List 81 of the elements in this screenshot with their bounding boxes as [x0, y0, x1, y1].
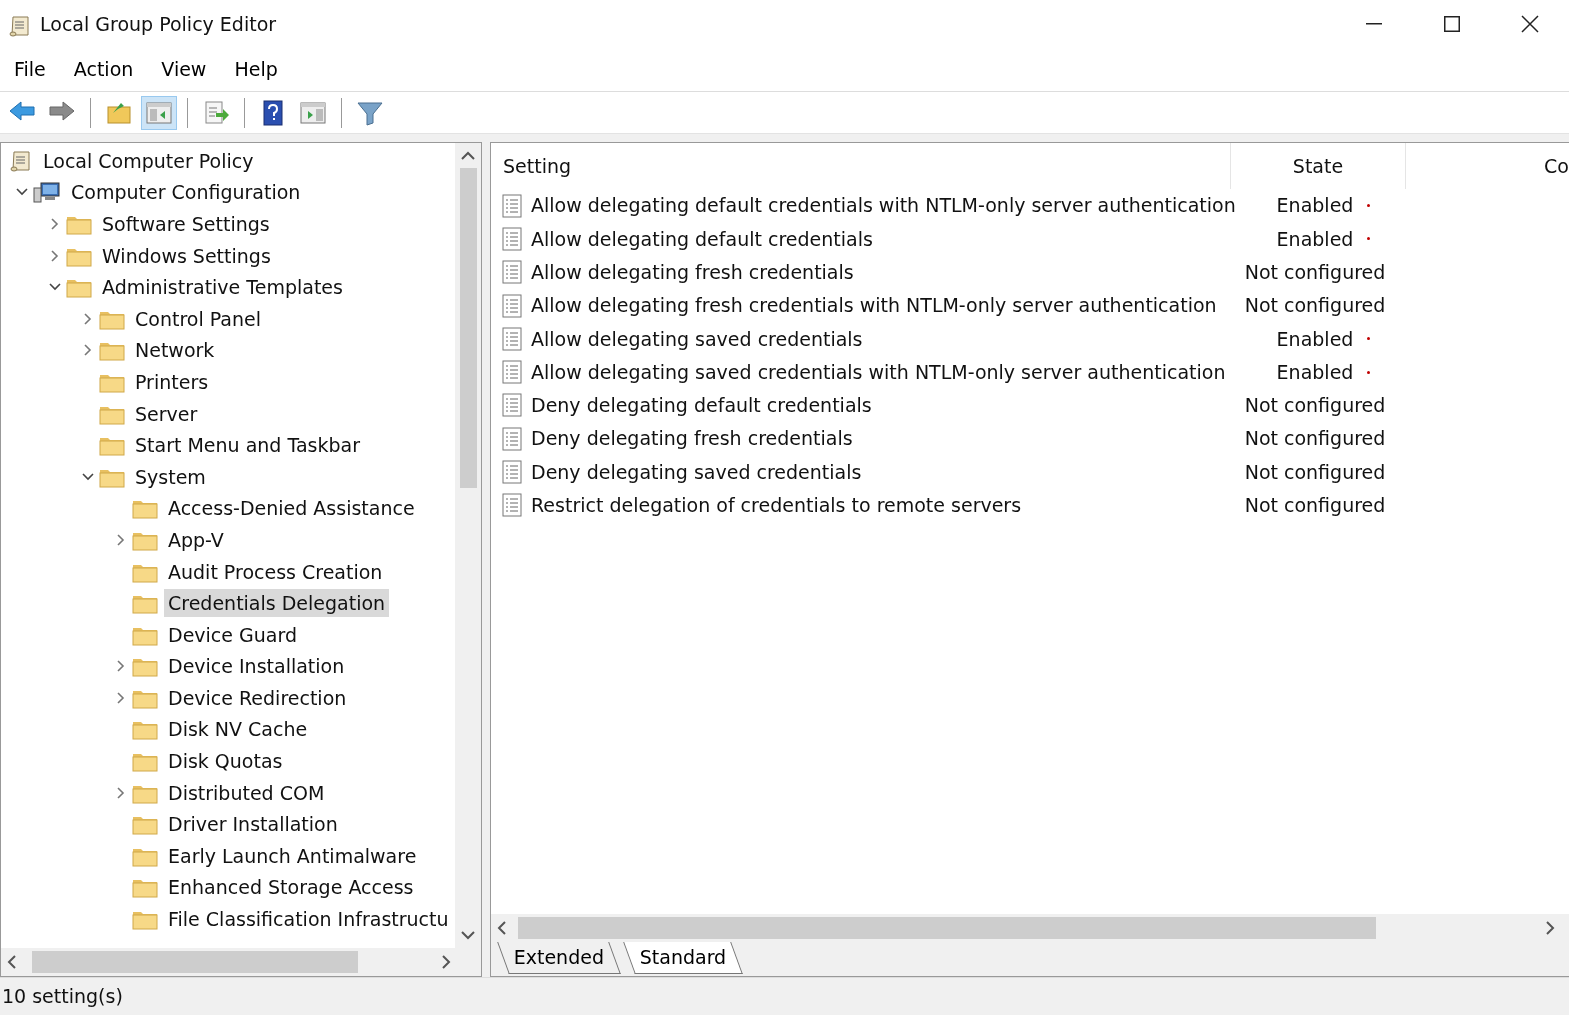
scrollbar-thumb[interactable]: [32, 951, 358, 973]
tree-item[interactable]: Device Guard: [164, 620, 301, 649]
scrollbar-thumb[interactable]: [459, 168, 477, 488]
scroll-icon: [9, 148, 33, 173]
tree-item[interactable]: Windows Settings: [98, 241, 275, 270]
menu-item[interactable]: View: [147, 55, 221, 84]
policy-setting-icon: [501, 226, 523, 251]
policy-setting-icon: [501, 326, 523, 351]
column-header[interactable]: Co: [1406, 143, 1569, 189]
scroll-left-icon[interactable]: [7, 955, 16, 969]
table-cell-text: Allow delegating fresh credentials: [531, 260, 854, 285]
table-cell-text: Not configured: [1244, 459, 1386, 485]
tree-item[interactable]: Driver Installation: [164, 810, 342, 839]
tree-item[interactable]: Enhanced Storage Access: [164, 873, 418, 902]
scroll-up-icon[interactable]: [461, 151, 475, 160]
scrollbar-thumb[interactable]: [518, 917, 1376, 939]
computer-icon: [33, 180, 61, 205]
policy-setting-icon: [501, 393, 523, 418]
tree-item[interactable]: System: [131, 462, 210, 491]
tree-item[interactable]: Disk Quotas: [164, 747, 287, 776]
table-cell-text: Not configured: [1244, 426, 1386, 452]
table-cell-text: Not configured: [1244, 293, 1386, 319]
scroll-left-icon[interactable]: [497, 921, 506, 935]
table-cell-text: Enabled: [1276, 226, 1354, 252]
table-cell-text: Enabled: [1276, 326, 1354, 352]
tree-item[interactable]: Distributed COM: [164, 778, 329, 807]
tree-item[interactable]: Local Computer Policy: [39, 146, 258, 175]
policy-setting-icon: [501, 493, 523, 518]
column-header[interactable]: Setting: [491, 143, 1231, 189]
table-cell-text: Allow delegating saved credentials: [531, 326, 863, 352]
table-cell-text: Allow delegating default credentials: [531, 226, 873, 252]
tree-item[interactable]: Computer Configuration: [67, 178, 305, 207]
scroll-right-icon[interactable]: [442, 955, 451, 969]
table-cell-text: Enabled: [1276, 193, 1354, 219]
tree-item[interactable]: File Classification Infrastructu: [164, 905, 453, 934]
window-title: Local Group Policy Editor: [40, 11, 277, 37]
table-cell-text: Not configured: [1244, 493, 1386, 519]
menu-item[interactable]: Action: [59, 55, 148, 84]
tree-item[interactable]: Device Installation: [164, 652, 349, 681]
close-icon: [1521, 15, 1539, 33]
scroll-right-icon[interactable]: [1546, 921, 1555, 935]
tree-item[interactable]: Printers: [131, 367, 213, 396]
tree-item[interactable]: App-V: [164, 525, 228, 554]
tree-item[interactable]: Control Panel: [131, 304, 265, 333]
column-header[interactable]: State: [1231, 143, 1406, 189]
tree-item[interactable]: Early Launch Antimalware: [164, 841, 421, 870]
table-cell-text: Deny delegating saved credentials: [531, 459, 862, 485]
menu-item[interactable]: File: [0, 55, 60, 84]
table-cell-text: Deny delegating default credentials: [531, 393, 872, 419]
policy-setting-icon: [501, 193, 523, 218]
tree-item[interactable]: Administrative Templates: [98, 273, 347, 302]
tree-item[interactable]: Software Settings: [98, 210, 274, 238]
policy-setting-icon: [501, 460, 523, 484]
policy-setting-icon: [501, 293, 523, 318]
tree-item[interactable]: Server: [131, 399, 202, 428]
table-cell-text: Not configured: [1244, 260, 1386, 285]
app-icon: [8, 13, 32, 38]
policy-setting-icon: [501, 360, 523, 385]
table-cell-text: Enabled: [1276, 359, 1354, 385]
tree-item[interactable]: Access-Denied Assistance: [164, 494, 419, 523]
table-cell-text: Allow delegating default credentials with NTLM-only server authentication: [531, 193, 1236, 219]
tree-item[interactable]: Credentials Delegation: [164, 589, 390, 618]
tree-item[interactable]: Audit Process Creation: [164, 557, 387, 586]
table-cell-text: Not configured: [1244, 393, 1386, 419]
policy-setting-icon: [501, 426, 523, 451]
table-cell-text: Allow delegating fresh credentials with NTLM-only server authentication: [531, 293, 1217, 319]
status-text: 10 setting(s): [2, 984, 123, 1010]
table-cell-text: Restrict delegation of credentials to remote servers: [531, 493, 1022, 519]
view-tab[interactable]: Extended: [497, 942, 622, 974]
view-tab[interactable]: Standard: [623, 942, 744, 974]
scroll-down-icon[interactable]: [461, 931, 475, 940]
table-cell-text: Allow delegating saved credentials with NTLM-only server authentication: [531, 359, 1226, 385]
minimize-icon: [1366, 23, 1382, 25]
tree-item[interactable]: Start Menu and Taskbar: [131, 431, 364, 460]
tree-item[interactable]: Device Redirection: [164, 683, 351, 712]
table-cell-text: Deny delegating fresh credentials: [531, 426, 853, 452]
menu-item[interactable]: Help: [220, 55, 292, 84]
maximize-icon: [1444, 16, 1460, 32]
tree-item[interactable]: Network: [131, 336, 219, 365]
policy-setting-icon: [501, 260, 523, 285]
tree-item[interactable]: Disk NV Cache: [164, 715, 312, 744]
